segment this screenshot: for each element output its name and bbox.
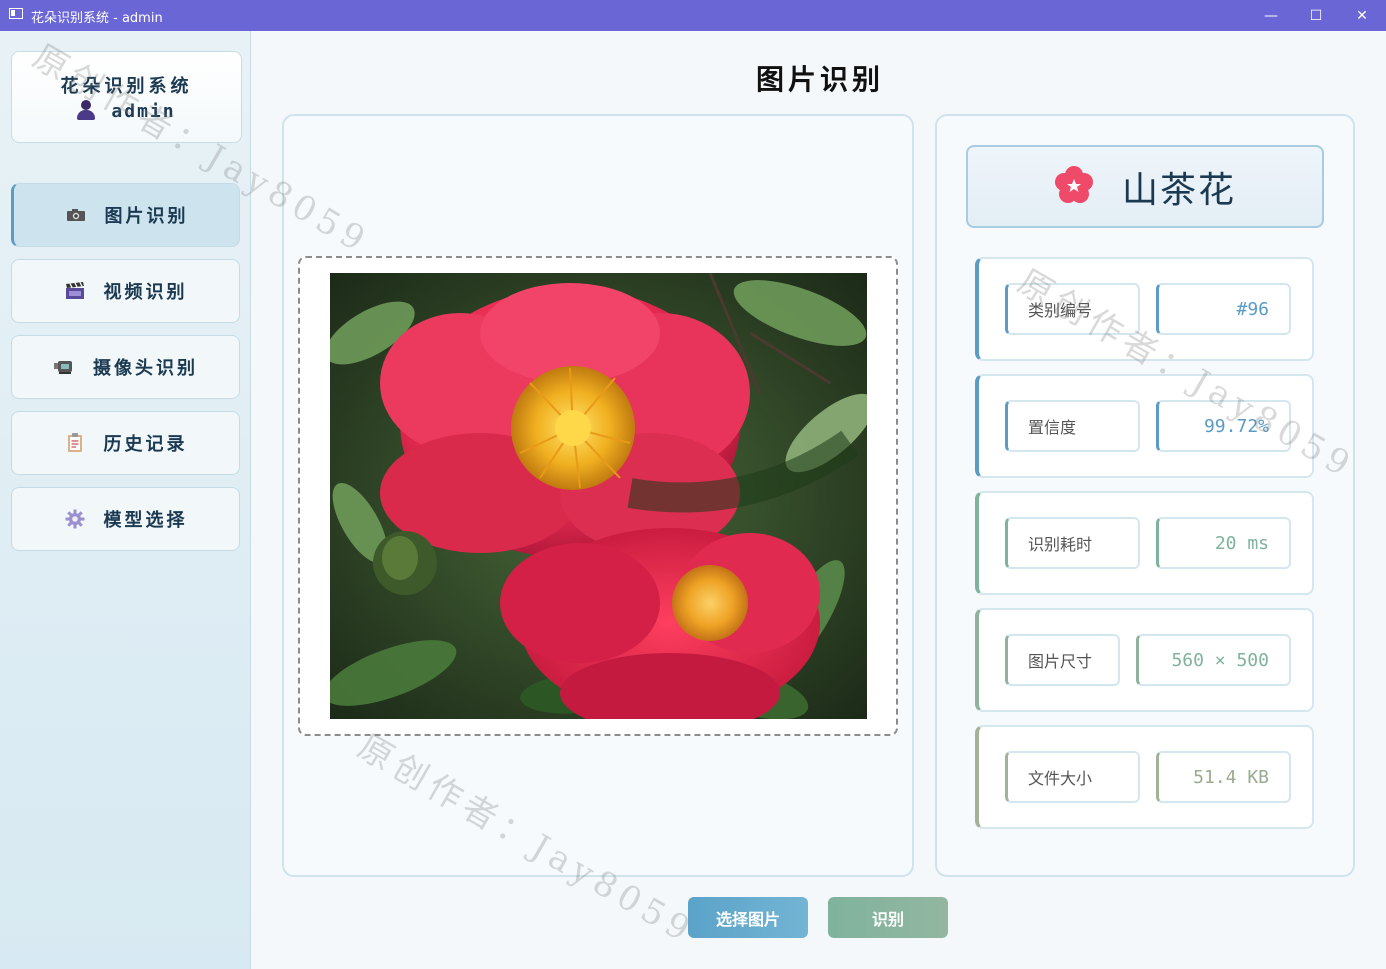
sidebar-item-label: 图片识别	[104, 206, 189, 227]
stat-value: 560 × 500	[1136, 634, 1291, 686]
username: admin	[111, 101, 176, 122]
webcam-icon	[53, 358, 75, 376]
stat-label: 文件大小	[1005, 751, 1140, 803]
sidebar-item-label: 视频识别	[103, 282, 188, 303]
clapperboard-icon	[64, 282, 86, 300]
sidebar-item-camera-recognition[interactable]: 摄像头识别	[11, 335, 240, 399]
user-card: 花朵识别系统 admin	[11, 51, 242, 143]
stat-confidence: 置信度 99.72%	[975, 374, 1314, 478]
minimize-button[interactable]: —	[1248, 0, 1294, 31]
sidebar-item-video-recognition[interactable]: 视频识别	[11, 259, 240, 323]
stat-image-size: 图片尺寸 560 × 500	[975, 608, 1314, 712]
stat-value: #96	[1156, 283, 1291, 335]
title-bar: 花朵识别系统 - admin — ☐ ✕	[0, 0, 1386, 31]
sidebar-item-label: 摄像头识别	[93, 358, 198, 379]
sidebar-item-image-recognition[interactable]: 图片识别	[11, 183, 240, 247]
sidebar-item-history[interactable]: 历史记录	[11, 411, 240, 475]
stat-file-size: 文件大小 51.4 KB	[975, 725, 1314, 829]
system-name: 花朵识别系统	[60, 76, 193, 97]
stat-value: 51.4 KB	[1156, 751, 1291, 803]
stat-label: 类别编号	[1005, 283, 1140, 335]
app-icon	[9, 8, 23, 19]
camera-icon	[65, 206, 87, 224]
flower-photo	[330, 273, 867, 719]
flower-icon	[1054, 165, 1094, 209]
sidebar-item-label: 历史记录	[103, 434, 188, 455]
stat-class-id: 类别编号 #96	[975, 257, 1314, 361]
sidebar-item-model-select[interactable]: 模型选择	[11, 487, 240, 551]
gear-icon	[64, 509, 86, 529]
stat-label: 识别耗时	[1005, 517, 1140, 569]
stat-value: 99.72%	[1156, 400, 1291, 452]
result-header: 山茶花	[966, 145, 1324, 228]
result-name: 山茶花	[1121, 169, 1236, 211]
maximize-button[interactable]: ☐	[1293, 0, 1339, 31]
close-button[interactable]: ✕	[1339, 0, 1385, 31]
sidebar-item-label: 模型选择	[103, 510, 188, 531]
stat-value: 20 ms	[1156, 517, 1291, 569]
page-title: 图片识别	[755, 63, 884, 96]
user-row: admin	[12, 100, 241, 122]
sidebar: 花朵识别系统 admin 图片识别 视频识别 摄像头识别 历史记录 模型选择	[0, 31, 251, 969]
stat-label: 图片尺寸	[1005, 634, 1120, 686]
clipboard-icon	[64, 433, 86, 452]
stat-elapsed-time: 识别耗时 20 ms	[975, 491, 1314, 595]
window-title: 花朵识别系统 - admin	[31, 11, 163, 26]
select-image-button[interactable]: 选择图片	[688, 897, 808, 938]
stat-label: 置信度	[1005, 400, 1140, 452]
recognize-button[interactable]: 识别	[828, 897, 948, 938]
user-icon	[77, 100, 96, 120]
